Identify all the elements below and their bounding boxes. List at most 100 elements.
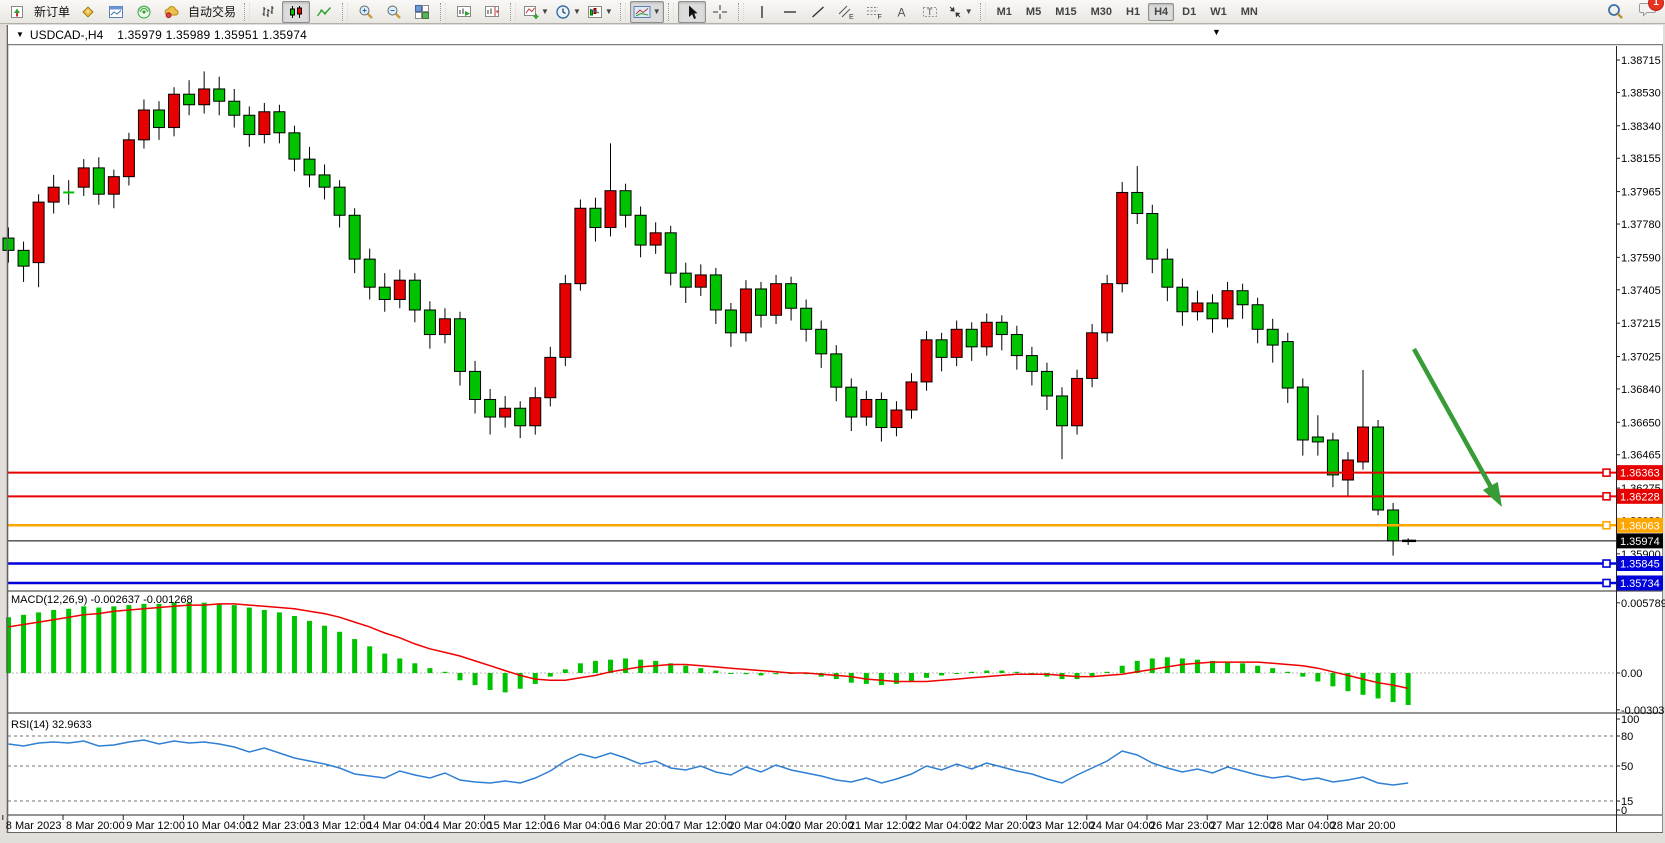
candle-body — [229, 101, 240, 115]
candle-body — [786, 284, 797, 309]
price-label-1.36228-text: 1.36228 — [1620, 491, 1660, 503]
candle-body — [394, 280, 405, 299]
candle-body — [846, 387, 857, 417]
hline-handle[interactable] — [1603, 579, 1610, 586]
candle-body — [409, 280, 420, 310]
price-tick-label: 1.36840 — [1621, 384, 1661, 396]
macd-bar — [1195, 660, 1200, 673]
time-tick-label: 24 Mar 04:00 — [1090, 820, 1155, 832]
macd-bar — [187, 603, 192, 673]
candle-body — [1358, 427, 1369, 462]
price-tick-label: 1.38340 — [1621, 121, 1661, 133]
candle-body — [951, 329, 962, 357]
candle-body — [289, 133, 300, 159]
candle-body — [530, 398, 541, 426]
macd-bar — [247, 608, 252, 673]
candle-body — [966, 329, 977, 347]
macd-bar — [1150, 658, 1155, 673]
macd-bar — [66, 609, 71, 673]
macd-bar — [774, 673, 779, 674]
candle-body — [1147, 214, 1158, 260]
candle-body — [1026, 356, 1037, 372]
candle-body — [1117, 192, 1128, 283]
candle-body — [590, 208, 601, 227]
time-tick-label: 23 Mar 12:00 — [1030, 820, 1095, 832]
price-label-1.36063: 1.36063 — [1617, 518, 1663, 533]
macd-bar — [1361, 673, 1366, 695]
candle-body — [184, 94, 195, 105]
candle-body — [169, 94, 180, 127]
macd-bar — [337, 632, 342, 673]
candle-body — [710, 275, 721, 310]
candle-body — [650, 233, 661, 245]
candle-body — [605, 191, 616, 228]
macd-bar — [1315, 673, 1320, 681]
macd-bar — [382, 654, 387, 673]
rsi-tick-label: 80 — [1621, 731, 1633, 743]
price-tick-label: 1.38715 — [1621, 55, 1661, 67]
macd-bar — [1105, 672, 1110, 673]
time-tick-label: 14 Mar 04:00 — [367, 820, 432, 832]
macd-bar — [999, 671, 1004, 673]
time-tick-label: 14 Mar 20:00 — [427, 820, 492, 832]
candle-body — [439, 319, 450, 335]
candle-body — [18, 250, 29, 266]
candle-body — [740, 289, 751, 333]
macd-bar — [172, 603, 177, 673]
hline-handle[interactable] — [1603, 493, 1610, 500]
price-label-1.35845: 1.35845 — [1617, 556, 1663, 571]
price-tick-label: 1.37780 — [1621, 219, 1661, 231]
time-tick-label: 27 Mar 12:00 — [1210, 820, 1275, 832]
candle-body — [1102, 284, 1113, 333]
window-menu-icon[interactable]: ▼ — [16, 30, 24, 39]
price-tick-label: 1.38155 — [1621, 153, 1661, 165]
candle-body — [1072, 378, 1083, 425]
current-price-label-text: 1.35974 — [1620, 536, 1660, 548]
macd-bar — [548, 673, 553, 677]
candle-body — [123, 140, 134, 177]
rsi-label: RSI(14) 32.9633 — [11, 719, 92, 731]
candle-body — [199, 89, 210, 105]
candle-body — [560, 284, 571, 358]
candle-body — [876, 399, 887, 427]
candle-body — [304, 159, 315, 175]
candle-body — [1237, 291, 1248, 305]
macd-tick-label: 0.00 — [1621, 668, 1642, 680]
macd-bar — [412, 663, 417, 673]
price-label-1.36063-text: 1.36063 — [1620, 520, 1660, 532]
candle-body — [695, 275, 706, 287]
macd-bar — [924, 673, 929, 678]
time-tick-label: 17 Mar 12:00 — [668, 820, 733, 832]
macd-bar — [759, 673, 764, 675]
macd-bar — [1165, 657, 1170, 673]
macd-bar — [894, 673, 899, 684]
chart-window-titlebar: ▼ USDCAD-,H4 1.35979 1.35989 1.35951 1.3… — [8, 25, 1663, 45]
hline-handle[interactable] — [1603, 469, 1610, 476]
price-tick-label: 1.37965 — [1621, 187, 1661, 199]
macd-bar — [1285, 672, 1290, 673]
candle-body — [108, 177, 119, 195]
price-label-1.35734: 1.35734 — [1617, 575, 1663, 590]
candle-body — [424, 310, 435, 335]
macd-bar — [563, 669, 568, 673]
rsi-tick-label: 100 — [1621, 714, 1639, 726]
macd-bar — [623, 658, 628, 673]
time-tick-label: 9 Mar 12:00 — [126, 820, 185, 832]
macd-bar — [427, 668, 432, 673]
hline-handle[interactable] — [1603, 522, 1610, 529]
candle-body — [138, 110, 149, 140]
time-tick-label: 8 Mar 2023 — [6, 820, 62, 832]
time-tick-label: 28 Mar 20:00 — [1331, 820, 1396, 832]
macd-bar — [262, 610, 267, 673]
candle-body — [680, 273, 691, 287]
macd-bar — [1406, 673, 1411, 705]
macd-bar — [503, 673, 508, 692]
time-tick-label: 22 Mar 04:00 — [909, 820, 974, 832]
rsi-tick-label: 0 — [1621, 805, 1627, 817]
price-tick-label: 1.36465 — [1621, 450, 1661, 462]
macd-bar — [879, 673, 884, 685]
candle-body — [319, 175, 330, 187]
hline-handle[interactable] — [1603, 560, 1610, 567]
candle-body — [1087, 333, 1098, 379]
macd-bar — [1014, 672, 1019, 673]
